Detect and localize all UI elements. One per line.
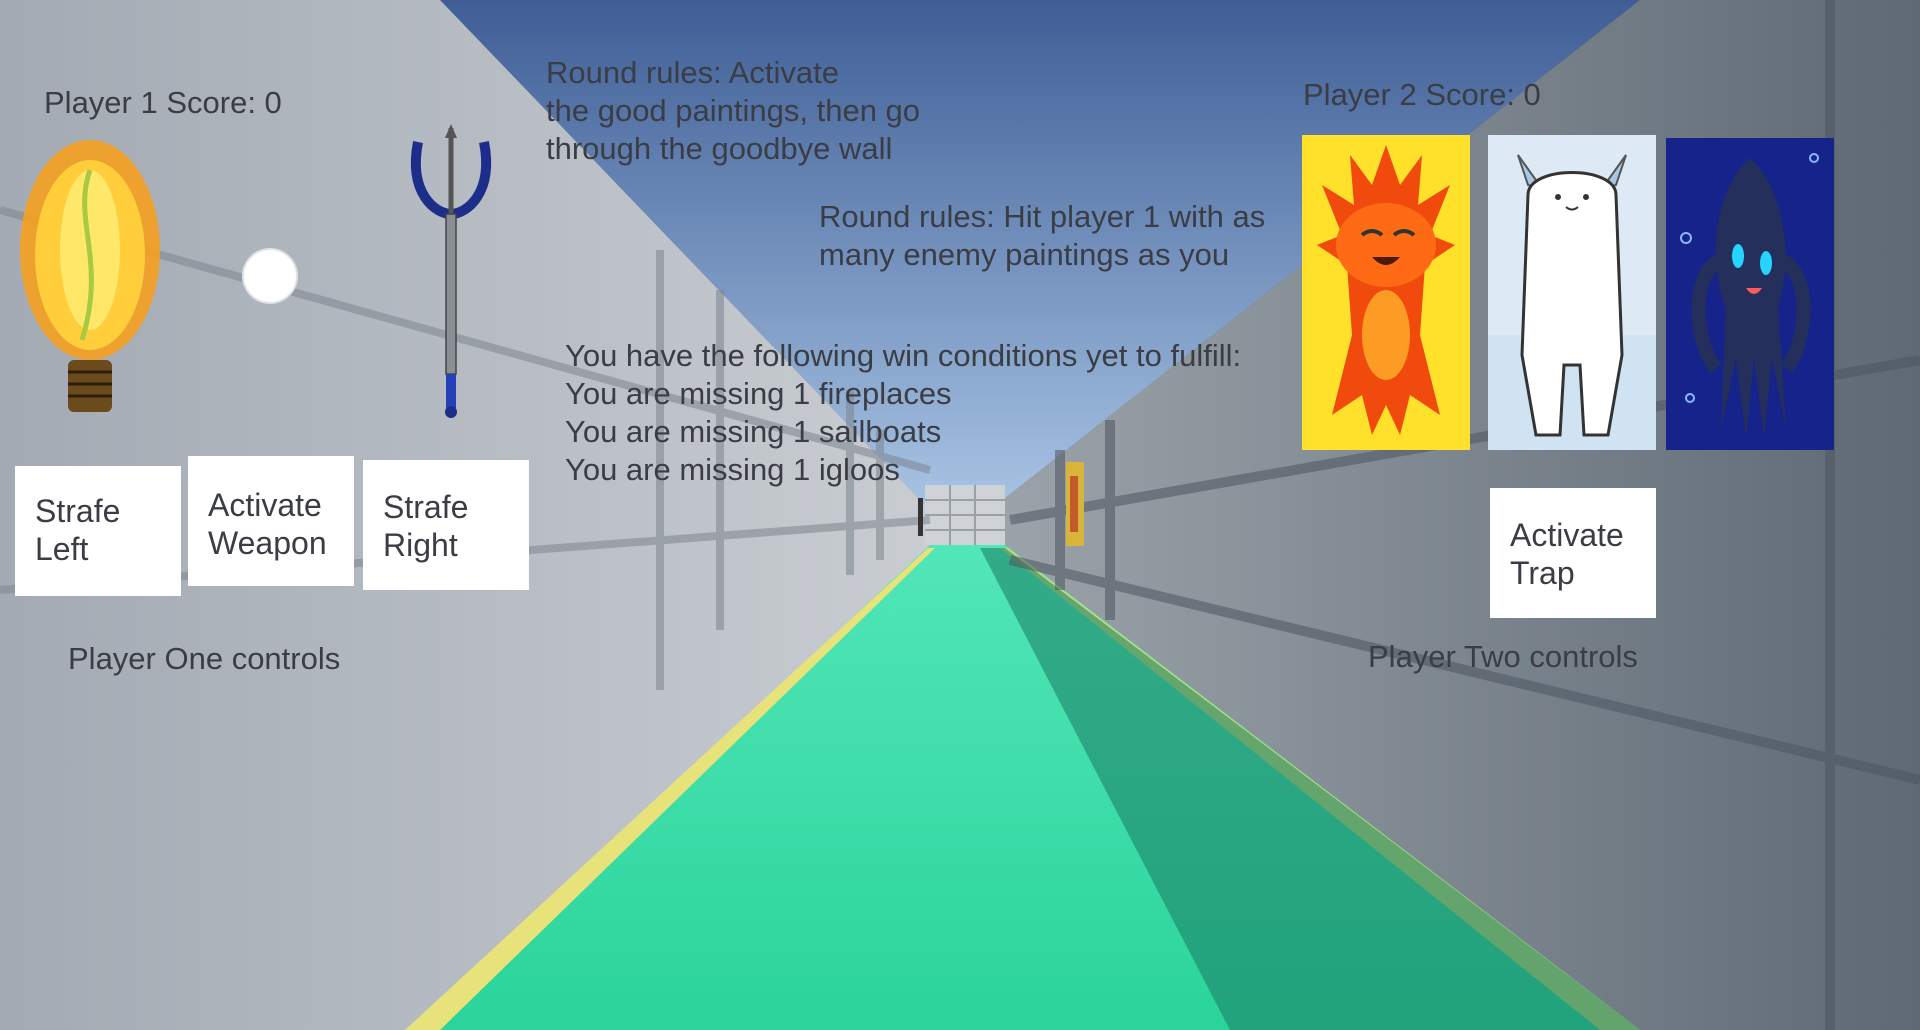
trident-icon[interactable] bbox=[406, 124, 496, 420]
win-conditions: You have the following win conditions ye… bbox=[565, 337, 1241, 489]
activate-trap-button[interactable]: Activate Trap bbox=[1490, 488, 1656, 618]
strafe-left-button[interactable]: Strafe Left bbox=[15, 466, 181, 596]
win-conditions-header: You have the following win conditions ye… bbox=[565, 338, 1242, 373]
round-rules-p1-line: the good paintings, then go bbox=[546, 93, 921, 128]
round-rules-p2-line: Round rules: Hit player 1 with as bbox=[819, 199, 1266, 234]
fire-creature-painting[interactable] bbox=[1302, 135, 1470, 450]
round-rules-p1-line: through the goodbye wall bbox=[546, 131, 893, 166]
win-condition-item: You are missing 1 igloos bbox=[565, 452, 900, 487]
player2-controls-label: Player Two controls bbox=[1368, 639, 1638, 674]
strafe-right-button[interactable]: Strafe Right bbox=[363, 460, 529, 590]
round-rules-player1: Round rules: Activate the good paintings… bbox=[546, 54, 920, 168]
win-condition-item: You are missing 1 fireplaces bbox=[565, 376, 952, 411]
water-squid-painting[interactable] bbox=[1666, 138, 1834, 450]
player1-score: Player 1 Score: 0 bbox=[44, 85, 282, 120]
snowball-icon[interactable] bbox=[240, 246, 300, 306]
round-rules-player2: Round rules: Hit player 1 with as many e… bbox=[819, 198, 1265, 274]
win-condition-item: You are missing 1 sailboats bbox=[565, 414, 942, 449]
snow-creature-painting[interactable] bbox=[1488, 135, 1656, 450]
round-rules-p2-line: many enemy paintings as you bbox=[819, 237, 1230, 272]
round-rules-p1-line: Round rules: Activate bbox=[546, 55, 839, 90]
player2-score: Player 2 Score: 0 bbox=[1303, 77, 1541, 112]
player1-controls-label: Player One controls bbox=[68, 641, 341, 676]
activate-weapon-button[interactable]: Activate Weapon bbox=[188, 456, 354, 586]
flame-sword-icon[interactable] bbox=[12, 130, 167, 420]
